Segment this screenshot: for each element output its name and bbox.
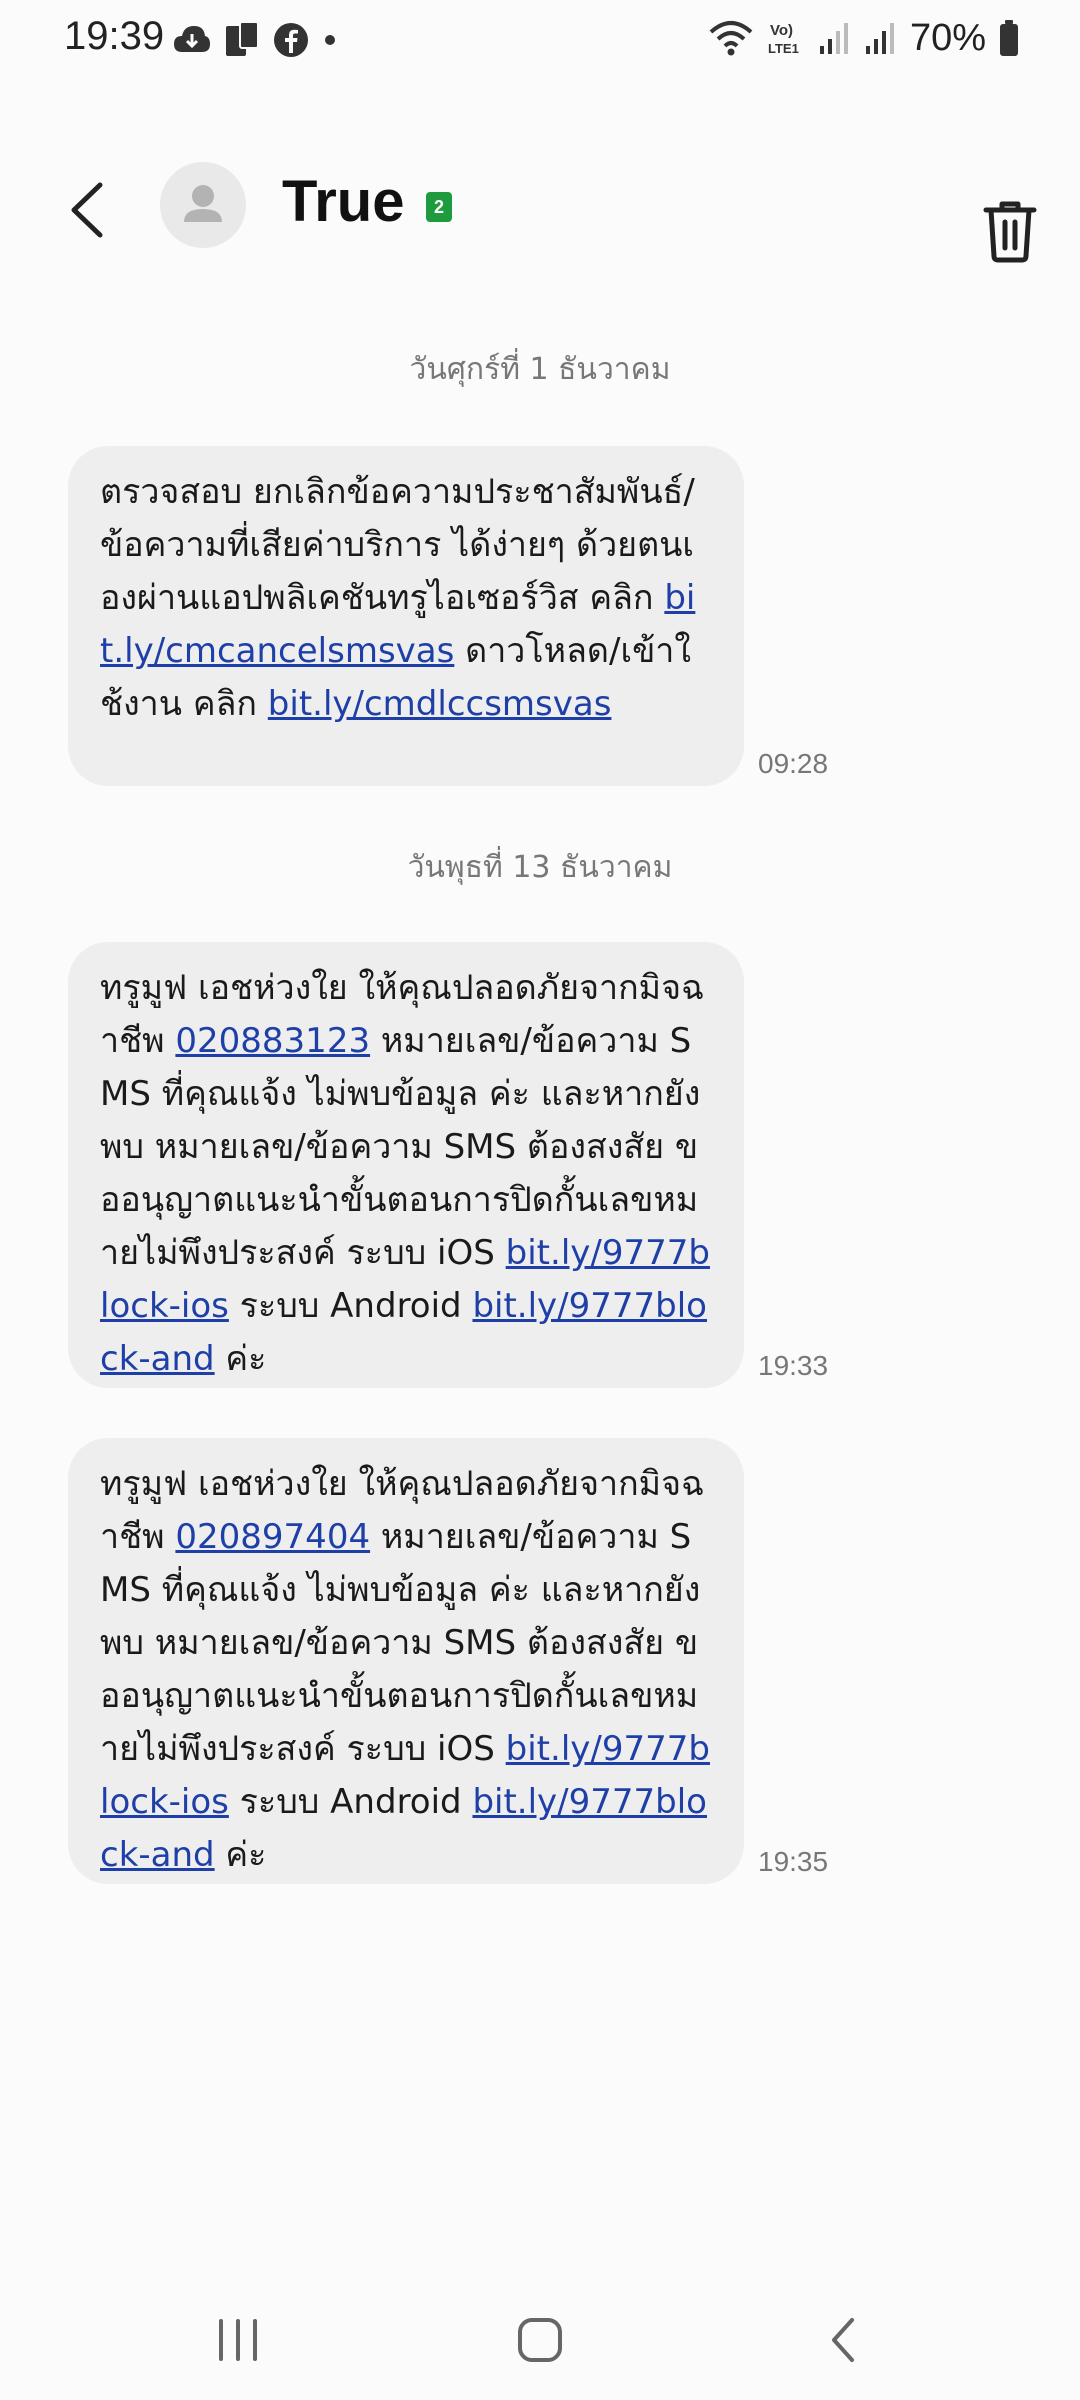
message-bubble[interactable]: ทรูมูฟ เอชห่วงใย ให้คุณปลอดภัยจากมิจฉาชี… — [68, 1438, 744, 1884]
signal-sim2-icon — [865, 23, 894, 54]
trash-icon — [983, 201, 1037, 263]
conversation-header: True 2 — [0, 150, 1080, 270]
nav-back-button[interactable] — [804, 2302, 884, 2378]
battery-icon — [1000, 20, 1018, 56]
signal-sim1-icon — [819, 23, 848, 54]
phone-number-link[interactable]: 020897404 — [175, 1517, 370, 1557]
network-label-lte: LTE1 — [768, 41, 799, 56]
status-bar: 19:39 Vo) LTE1 70% — [0, 0, 1080, 80]
wifi-icon — [709, 21, 753, 56]
back-icon — [832, 2318, 854, 2362]
message-text: ค่ะ — [214, 1339, 267, 1379]
back-button[interactable] — [60, 175, 120, 245]
chevron-left-icon — [71, 182, 103, 238]
message-text: ตรวจสอบ ยกเลิกข้อความประชาสัมพันธ์/ข้อคว… — [100, 472, 695, 618]
delete-button[interactable] — [980, 198, 1040, 264]
message-bubble[interactable]: ตรวจสอบ ยกเลิกข้อความประชาสัมพันธ์/ข้อคว… — [68, 446, 744, 786]
contact-avatar[interactable] — [160, 162, 246, 248]
battery-percent: 70% — [909, 16, 986, 59]
date-separator: วันศุกร์ที่ 1 ธันวาคม — [409, 352, 671, 387]
recents-icon — [219, 2319, 257, 2361]
message-bubble[interactable]: ทรูมูฟ เอชห่วงใย ให้คุณปลอดภัยจากมิจฉาชี… — [68, 942, 744, 1388]
message-text: ค่ะ — [214, 1835, 267, 1875]
home-button[interactable] — [500, 2302, 580, 2378]
message-text: ระบบ Android — [228, 1286, 473, 1326]
phone-number-link[interactable]: 020883123 — [175, 1021, 370, 1061]
sim-badge: 2 — [426, 192, 452, 222]
navigation-bar — [0, 2280, 1080, 2400]
volte-icon: Vo) LTE1 — [768, 22, 799, 56]
facebook-icon — [274, 23, 308, 57]
message-time: 19:35 — [758, 1846, 829, 1877]
message-text: ระบบ Android — [228, 1782, 473, 1822]
notification-icons — [172, 18, 340, 62]
message-time: 19:33 — [758, 1350, 829, 1381]
message-link[interactable]: bit.ly/cmdlccsmsvas — [268, 684, 612, 724]
home-icon — [518, 2318, 562, 2362]
network-label-vo: Vo) — [770, 22, 793, 39]
date-separator: วันพุธที่ 13 ธันวาคม — [407, 850, 673, 885]
system-status: Vo) LTE1 70% — [708, 14, 1020, 62]
person-icon — [184, 185, 222, 222]
contact-name[interactable]: True — [282, 168, 405, 235]
message-time: 09:28 — [758, 748, 829, 779]
phone-transfer-icon — [226, 21, 259, 56]
dot-icon — [325, 35, 335, 45]
status-time: 19:39 — [64, 14, 165, 58]
cloud-icon — [174, 26, 210, 52]
recents-button[interactable] — [198, 2302, 278, 2378]
